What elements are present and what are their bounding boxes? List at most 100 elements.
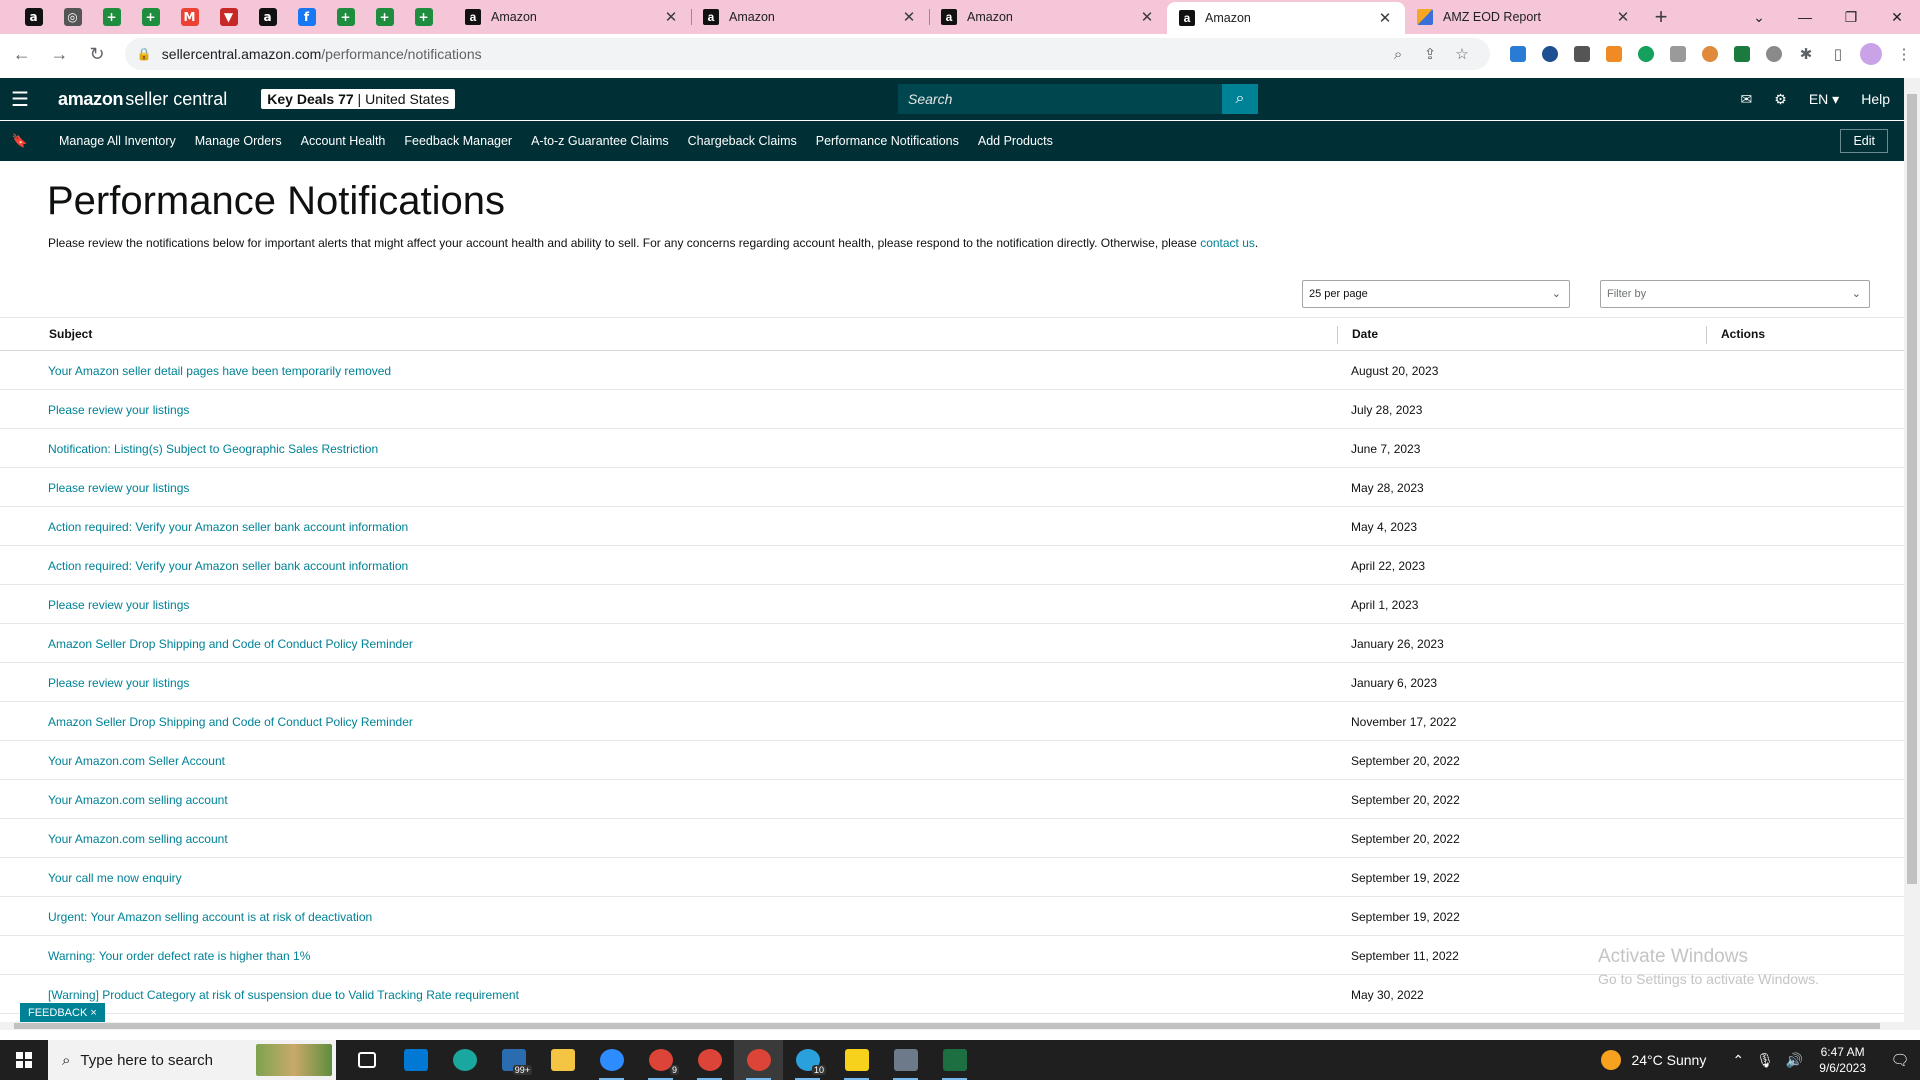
pinned-tab[interactable]: + <box>365 0 404 34</box>
extension-icon[interactable] <box>1606 46 1623 62</box>
browser-tab[interactable]: a Amazon ✕ <box>929 0 1167 34</box>
pinned-tab[interactable]: + <box>92 0 131 34</box>
extension-icon[interactable] <box>1670 46 1687 62</box>
restore-button[interactable]: ❐ <box>1828 9 1874 26</box>
pinned-tab[interactable]: M <box>170 0 209 34</box>
taskbar-app[interactable] <box>734 1040 783 1080</box>
notification-subject-link[interactable]: Please review your listings <box>48 598 189 612</box>
lock-icon[interactable]: 🔒 <box>137 47 152 61</box>
zoom-icon[interactable]: ⌕ <box>1382 46 1414 63</box>
browser-tab[interactable]: a Amazon ✕ <box>453 0 691 34</box>
column-subject[interactable]: Subject <box>49 327 92 341</box>
pinned-tab[interactable]: ◎ <box>53 0 92 34</box>
nav-link[interactable]: A-to-z Guarantee Claims <box>531 134 669 148</box>
taskbar-app[interactable] <box>930 1040 979 1080</box>
notification-subject-link[interactable]: Action required: Verify your Amazon sell… <box>48 559 408 573</box>
notification-subject-link[interactable]: Amazon Seller Drop Shipping and Code of … <box>48 715 413 729</box>
extension-icon[interactable] <box>1702 46 1719 62</box>
browser-tab[interactable]: a Amazon ✕ <box>1167 2 1405 34</box>
notification-subject-link[interactable]: Your Amazon.com selling account <box>48 832 228 846</box>
nav-link[interactable]: Feedback Manager <box>404 134 512 148</box>
back-button[interactable]: ← <box>6 44 38 65</box>
nav-link[interactable]: Performance Notifications <box>816 134 959 148</box>
notification-subject-link[interactable]: Amazon Seller Drop Shipping and Code of … <box>48 637 413 651</box>
new-tab-button[interactable]: + <box>1643 4 1679 30</box>
close-tab-icon[interactable]: ✕ <box>663 8 679 26</box>
per-page-select[interactable]: 25 per page ⌄ <box>1302 280 1570 308</box>
close-tab-icon[interactable]: ✕ <box>1377 9 1393 27</box>
taskbar-app[interactable]: 99+ <box>489 1040 538 1080</box>
column-date[interactable]: Date <box>1352 327 1378 341</box>
taskbar-app[interactable] <box>538 1040 587 1080</box>
microphone-icon[interactable]: 🎙 <box>1756 1052 1774 1069</box>
notification-subject-link[interactable]: Your Amazon.com selling account <box>48 793 228 807</box>
scrollbar-thumb[interactable] <box>1907 94 1917 884</box>
extension-icon[interactable] <box>1734 46 1751 62</box>
notification-subject-link[interactable]: Please review your listings <box>48 481 189 495</box>
extension-icon[interactable] <box>1766 46 1783 62</box>
forward-button[interactable]: → <box>44 44 76 65</box>
bookmark-icon[interactable]: 🔖 <box>0 133 40 149</box>
pinned-tab[interactable]: + <box>131 0 170 34</box>
extension-icon[interactable] <box>1542 46 1559 62</box>
grammarly-icon[interactable] <box>1638 46 1655 62</box>
language-selector[interactable]: EN ▾ <box>1809 91 1839 108</box>
taskbar-app[interactable] <box>440 1040 489 1080</box>
pinned-tab[interactable]: ▼ <box>209 0 248 34</box>
taskbar-app[interactable]: 10 <box>783 1040 832 1080</box>
hamburger-menu-icon[interactable]: ☰ <box>0 87 40 112</box>
notification-subject-link[interactable]: Please review your listings <box>48 403 189 417</box>
help-link[interactable]: Help <box>1861 91 1890 107</box>
pinned-tab[interactable]: f <box>287 0 326 34</box>
nav-link[interactable]: Account Health <box>301 134 386 148</box>
tab-search-icon[interactable]: ⌄ <box>1736 9 1782 26</box>
profile-avatar[interactable] <box>1860 43 1883 65</box>
share-icon[interactable]: ⇪ <box>1414 45 1446 63</box>
bookmark-star-icon[interactable]: ☆ <box>1446 45 1478 63</box>
notification-subject-link[interactable]: Action required: Verify your Amazon sell… <box>48 520 408 534</box>
nav-link[interactable]: Manage Orders <box>195 134 282 148</box>
reload-button[interactable]: ↻ <box>81 44 113 65</box>
close-tab-icon[interactable]: ✕ <box>901 8 917 26</box>
pinned-tab[interactable]: + <box>404 0 443 34</box>
close-tab-icon[interactable]: ✕ <box>1139 8 1155 26</box>
nav-link[interactable]: Manage All Inventory <box>59 134 176 148</box>
horizontal-scrollbar[interactable] <box>0 1022 1904 1030</box>
weather-widget[interactable]: 24°C Sunny <box>1601 1050 1706 1070</box>
notification-subject-link[interactable]: Warning: Your order defect rate is highe… <box>48 949 310 963</box>
volume-icon[interactable]: 🔊 <box>1786 1052 1803 1069</box>
taskbar-app[interactable] <box>685 1040 734 1080</box>
notification-subject-link[interactable]: Urgent: Your Amazon selling account is a… <box>48 910 372 924</box>
address-bar[interactable]: 🔒 sellercentral.amazon.com/performance/n… <box>124 38 1491 70</box>
search-icon[interactable]: ⌕ <box>1222 84 1258 114</box>
pinned-tab[interactable]: + <box>326 0 365 34</box>
taskbar-app[interactable] <box>832 1040 881 1080</box>
nav-link[interactable]: Chargeback Claims <box>688 134 797 148</box>
notification-subject-link[interactable]: [Warning] Product Category at risk of su… <box>48 988 519 1002</box>
edit-nav-button[interactable]: Edit <box>1840 129 1888 153</box>
browser-menu-icon[interactable]: ⋮ <box>1888 45 1920 63</box>
scrollbar-thumb[interactable] <box>14 1023 1880 1029</box>
notification-subject-link[interactable]: Your Amazon.com Seller Account <box>48 754 225 768</box>
taskbar-search[interactable]: ⌕ Type here to search <box>48 1040 336 1080</box>
notification-subject-link[interactable]: Your Amazon seller detail pages have bee… <box>48 364 391 378</box>
nav-link[interactable]: Add Products <box>978 134 1053 148</box>
start-button[interactable] <box>0 1040 48 1080</box>
vertical-scrollbar[interactable] <box>1904 78 1920 1030</box>
minimize-button[interactable]: — <box>1782 9 1828 25</box>
extensions-puzzle-icon[interactable]: ✱ <box>1790 45 1822 63</box>
notification-subject-link[interactable]: Notification: Listing(s) Subject to Geog… <box>48 442 378 456</box>
extension-icon[interactable] <box>1574 46 1591 62</box>
settings-gear-icon[interactable]: ⚙ <box>1774 91 1787 108</box>
contact-us-link[interactable]: contact us <box>1200 236 1255 250</box>
taskbar-app[interactable] <box>391 1040 440 1080</box>
filter-select[interactable]: Filter by ⌄ <box>1600 280 1870 308</box>
close-tab-icon[interactable]: ✕ <box>1615 8 1631 26</box>
feedback-button[interactable]: FEEDBACK × <box>20 1003 105 1023</box>
search-input[interactable] <box>898 84 1222 114</box>
store-switcher[interactable]: Key Deals 77 | United States <box>261 89 456 109</box>
taskbar-app[interactable] <box>881 1040 930 1080</box>
seller-central-logo[interactable]: amazon seller central <box>58 89 227 110</box>
notification-subject-link[interactable]: Your call me now enquiry <box>48 871 182 885</box>
pinned-tab[interactable]: a <box>248 0 287 34</box>
